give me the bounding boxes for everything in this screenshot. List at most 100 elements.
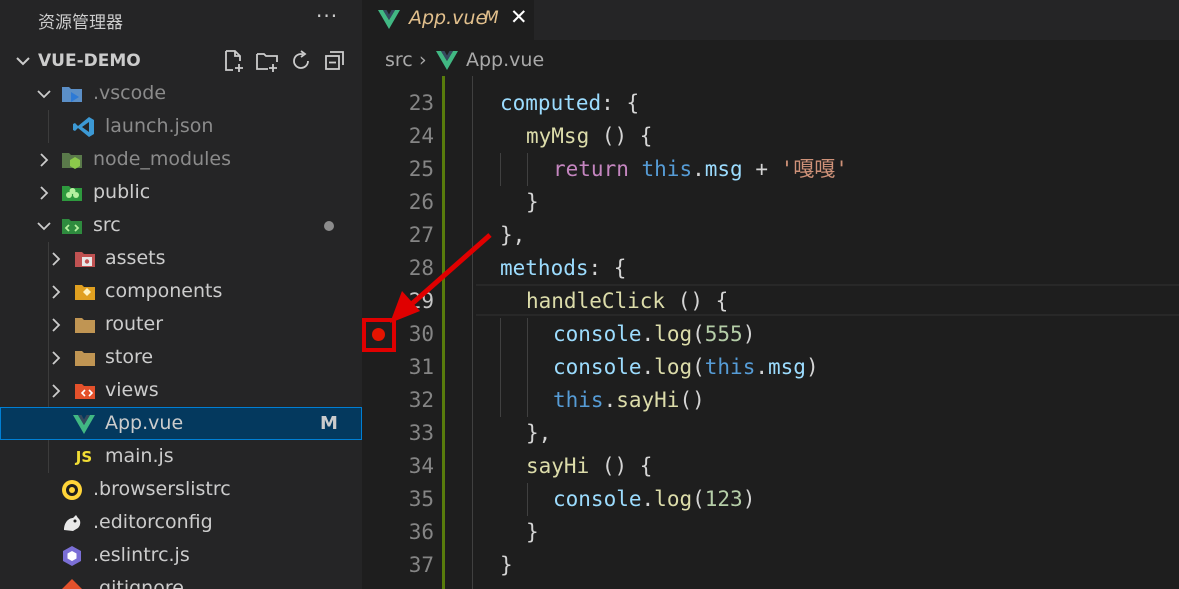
eslint-icon	[61, 545, 83, 567]
collapse-all-icon	[325, 51, 344, 70]
vue-icon	[378, 9, 400, 33]
breadcrumb-separator: ›	[419, 49, 427, 71]
tree-item-label: .vscode	[93, 82, 167, 104]
refresh-button[interactable]	[288, 48, 314, 74]
tree-item-public[interactable]: public	[0, 176, 362, 209]
indent-guide	[527, 318, 528, 417]
line-number: 35	[408, 487, 434, 511]
editorconfig-icon	[61, 512, 83, 534]
chevron-right-icon	[52, 252, 61, 266]
chevron-right-icon	[40, 153, 49, 167]
explorer-header: 资源管理器 ···	[0, 0, 362, 36]
chevron-right-icon	[52, 285, 61, 299]
chevron-down-icon	[16, 57, 30, 66]
code-line: }	[500, 553, 513, 577]
new-folder-button[interactable]	[254, 48, 280, 74]
tree-item-src[interactable]: src	[0, 209, 362, 242]
tree-item-views[interactable]: views	[0, 374, 362, 407]
tree-item-gitignore[interactable]: .gitignore	[0, 572, 362, 589]
tree-item-label: components	[105, 280, 223, 302]
code-line: console.log(555)	[553, 322, 756, 346]
tree-item-label: .editorconfig	[93, 511, 213, 533]
code-line: return this.msg + '嘎嘎'	[553, 157, 848, 181]
tree-item-label: store	[105, 346, 154, 368]
node-folder-icon	[61, 149, 83, 171]
breadcrumb: src › App.vue	[362, 44, 1179, 76]
line-number: 33	[408, 421, 434, 445]
line-number: 24	[408, 124, 434, 148]
breadcrumb-folder[interactable]: src	[385, 49, 413, 71]
git-modified-badge: M	[320, 413, 338, 434]
indent-guide	[527, 153, 528, 186]
public-folder-icon	[61, 182, 83, 204]
tab-label: App.vue	[409, 7, 488, 29]
tree-item-label: assets	[105, 247, 166, 269]
tree-item-label: .gitignore	[93, 577, 184, 589]
code-line: },	[526, 421, 552, 445]
tree-item-browserslistrc[interactable]: .browserslistrc	[0, 473, 362, 506]
tree-item-label: node_modules	[93, 148, 232, 170]
annotation-arrow-icon	[390, 233, 492, 323]
vue-icon	[436, 50, 458, 75]
code-line: }	[526, 190, 539, 214]
line-number: 34	[408, 454, 434, 478]
tree-item-editorconfig[interactable]: .editorconfig	[0, 506, 362, 539]
project-header[interactable]: VUE-DEMO	[0, 44, 362, 77]
line-number: 23	[408, 91, 434, 115]
code-line: console.log(this.msg)	[553, 355, 819, 379]
tab-app-vue[interactable]: App.vue M ✕	[362, 0, 534, 40]
line-number: 25	[408, 157, 434, 181]
assets-folder-icon	[74, 248, 96, 270]
tree-item-app-vue[interactable]: App.vue M	[0, 407, 362, 440]
tree-item-store[interactable]: store	[0, 341, 362, 374]
explorer-title: 资源管理器	[38, 13, 123, 33]
js-icon: JS	[75, 448, 93, 466]
chevron-down-icon	[37, 90, 51, 99]
chevron-down-icon	[37, 222, 51, 231]
breadcrumb-file[interactable]: App.vue	[466, 49, 544, 71]
code-line: computed: {	[500, 91, 640, 115]
code-line: this.sayHi()	[553, 388, 705, 412]
more-actions-button[interactable]: ···	[316, 4, 338, 28]
tree-item-label: launch.json	[105, 115, 214, 137]
tree-item-label: views	[105, 379, 159, 401]
new-folder-icon	[256, 53, 278, 72]
code-line: myMsg () {	[526, 124, 653, 148]
line-number: 32	[408, 388, 434, 412]
tree-item-label: .eslintrc.js	[93, 544, 190, 566]
close-icon[interactable]: ✕	[510, 5, 528, 29]
tree-item-main-js[interactable]: JS main.js	[0, 440, 362, 473]
components-folder-icon	[74, 281, 96, 303]
tree-item-node-modules[interactable]: node_modules	[0, 143, 362, 176]
vscode-icon	[73, 116, 95, 138]
tree-item-components[interactable]: components	[0, 275, 362, 308]
tree-item-eslintrc[interactable]: .eslintrc.js	[0, 539, 362, 572]
code-line: methods: {	[500, 256, 627, 280]
tab-modified-indicator: M	[484, 8, 499, 28]
tree-item-label: main.js	[105, 445, 174, 467]
tree-item-router[interactable]: router	[0, 308, 362, 341]
new-file-icon	[225, 50, 243, 72]
tree-item-label: router	[105, 313, 164, 335]
tree-item-label: App.vue	[105, 412, 184, 434]
tree-item-assets[interactable]: assets	[0, 242, 362, 275]
line-number: 31	[408, 355, 434, 379]
chevron-right-icon	[52, 384, 61, 398]
code-line: console.log(123)	[553, 487, 756, 511]
tree-item-vscode[interactable]: .vscode	[0, 77, 362, 110]
browserslist-icon	[61, 479, 83, 501]
refresh-icon	[293, 50, 309, 69]
folder-icon	[74, 314, 96, 336]
collapse-all-button[interactable]	[322, 48, 348, 74]
tree-item-label: src	[93, 214, 121, 236]
code-line: handleClick () {	[526, 289, 729, 313]
explorer-sidebar: 资源管理器 ··· VUE-DEMO .vscode launch.json n…	[0, 0, 362, 589]
views-folder-icon	[74, 380, 96, 402]
indent-guide	[500, 318, 501, 417]
new-file-button[interactable]	[220, 48, 246, 74]
chevron-right-icon	[40, 186, 49, 200]
indent-guide	[500, 153, 501, 186]
tree-item-launch-json[interactable]: launch.json	[0, 110, 362, 143]
tree-item-label: public	[93, 181, 151, 203]
folder-icon	[74, 347, 96, 369]
